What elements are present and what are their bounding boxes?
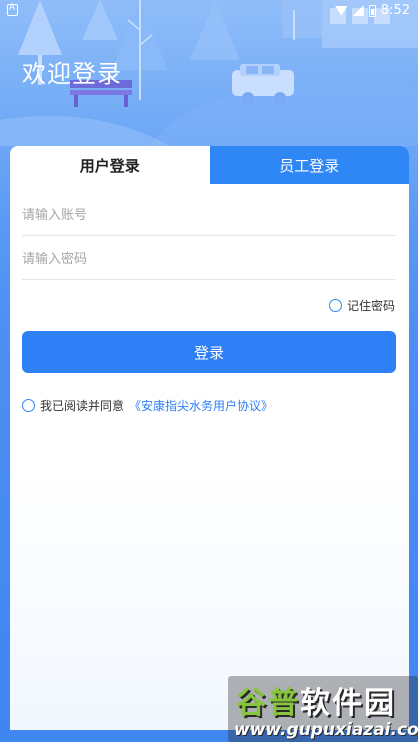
watermark-url: www.gupuxiazai.com: [234, 720, 418, 740]
login-button[interactable]: 登录: [22, 331, 396, 373]
battery-icon: [368, 4, 376, 17]
login-card: 用户登录 员工登录 记住密码 登录 我已阅读并同意 《安康指尖水务用户协议》: [10, 146, 409, 730]
signal-icon: [352, 5, 364, 16]
password-field-wrapper: [22, 240, 396, 280]
status-indicators: 8:52: [334, 3, 410, 18]
remember-radio-icon[interactable]: [328, 299, 342, 312]
agree-text: 我已阅读并同意: [40, 399, 125, 413]
status-time: 8:52: [380, 3, 410, 18]
watermark-title: 谷普软件园: [236, 686, 396, 721]
remember-label: 记住密码: [346, 299, 395, 313]
tab-staff-login[interactable]: 员工登录: [209, 146, 409, 184]
watermark-logo: 谷普软件园 www.gupuxiazai.com: [228, 676, 418, 742]
status-bar: 8:52: [0, 0, 418, 22]
agree-radio-icon[interactable]: [22, 399, 35, 412]
app-notification-icon: [7, 3, 18, 16]
welcome-title: 欢迎登录: [22, 60, 122, 88]
account-input[interactable]: [22, 196, 396, 235]
remember-password[interactable]: 记住密码: [328, 297, 395, 314]
account-field-wrapper: [22, 196, 396, 236]
wifi-icon: [334, 5, 348, 16]
tab-user-login[interactable]: 用户登录: [10, 146, 210, 184]
agreement-row: 我已阅读并同意 《安康指尖水务用户协议》: [22, 397, 273, 414]
password-input[interactable]: [22, 240, 396, 279]
login-tabs: 用户登录 员工登录: [10, 146, 409, 184]
agreement-link[interactable]: 《安康指尖水务用户协议》: [129, 397, 273, 414]
